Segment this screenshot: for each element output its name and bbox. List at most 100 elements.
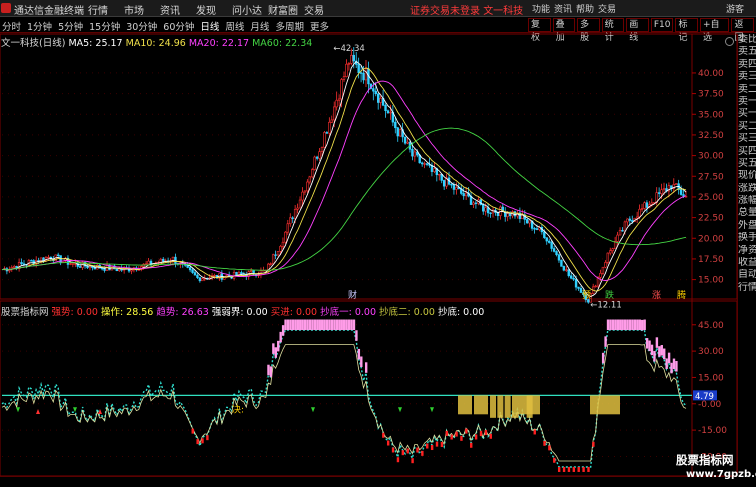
strong-bar: [286, 319, 290, 331]
buy-bar: [411, 458, 414, 464]
candle-body: [306, 181, 309, 192]
strong-bar: [338, 319, 341, 331]
price-tick-label: 22.50: [698, 214, 724, 224]
candle-body: [567, 269, 570, 277]
candle-body: [482, 204, 485, 212]
signal-arrow: [398, 407, 402, 413]
candle-body: [289, 217, 292, 225]
candle-body: [311, 169, 314, 178]
candle-body: [657, 192, 661, 194]
strong-bar: [611, 319, 615, 331]
strong-bar: [355, 330, 358, 341]
candle-body: [604, 262, 607, 268]
strong-bar: [360, 356, 363, 368]
candle-body: [364, 68, 368, 81]
candle-body: [438, 173, 441, 176]
side-label: 外盘: [738, 219, 756, 231]
side-label: 行情: [738, 281, 756, 293]
candle-body: [565, 269, 568, 271]
side-label: 净资: [738, 244, 756, 256]
price-tick-label: 40.00: [698, 69, 724, 79]
candle-body: [291, 217, 294, 219]
price-tick-label: 25.00: [698, 193, 724, 203]
buy-bar: [430, 445, 434, 451]
price-tick-label: 32.50: [698, 131, 724, 141]
candle-body: [569, 275, 573, 279]
event-marker: 跌: [605, 290, 614, 301]
candle-body: [359, 72, 363, 74]
buy-bar: [553, 457, 556, 463]
strong-bar: [628, 319, 632, 331]
candle-body: [193, 272, 197, 276]
side-label: 自动: [738, 269, 756, 281]
strong-bar: [272, 343, 275, 354]
price-tick-label: 17.50: [698, 255, 724, 265]
strong-bar: [655, 337, 659, 348]
buy-bar: [445, 430, 448, 436]
buy-bar: [391, 447, 395, 453]
candle-body: [545, 237, 548, 242]
signal-arrow: [430, 407, 434, 413]
buy-bar: [484, 430, 488, 436]
candle-body: [379, 97, 382, 103]
strong-bar: [658, 346, 661, 357]
candle-body: [271, 254, 275, 265]
strong-bar: [663, 348, 666, 360]
low-price-label: ←12.11: [590, 300, 621, 310]
strong-bar: [335, 319, 339, 331]
strong-bar: [301, 319, 304, 331]
buy-bar: [455, 431, 458, 437]
candle-body: [562, 266, 566, 271]
bottom-block: [512, 395, 518, 418]
candle-body: [533, 228, 536, 230]
candle-body: [650, 202, 654, 205]
candle-body: [618, 230, 622, 236]
strong-bar: [330, 319, 334, 331]
side-label: 卖一: [738, 95, 756, 107]
candle-body: [406, 141, 409, 144]
strong-bar: [279, 331, 282, 343]
candle-body: [347, 63, 351, 65]
candle-body: [56, 254, 60, 257]
candle-body: [484, 207, 487, 212]
strong-bar: [641, 319, 644, 331]
candle-body: [274, 254, 277, 256]
buy-bar: [543, 440, 546, 446]
candle-body: [609, 250, 612, 254]
operate-line: [1, 344, 687, 462]
strong-bar: [311, 319, 314, 331]
signal-arrow: [36, 409, 40, 415]
bottom-block: [518, 395, 540, 415]
candle-body: [162, 258, 165, 262]
strong-bar: [269, 366, 273, 377]
candle-body: [191, 269, 194, 273]
candle-body: [333, 106, 336, 121]
candle-body: [30, 260, 33, 262]
strong-bar: [357, 348, 361, 360]
strong-bar: [675, 361, 678, 372]
candle-body: [20, 262, 23, 265]
kline-chart[interactable]: 40.00 37.50 35.00 32.50 30.00 27.50 25.00 22.50…: [0, 0, 737, 476]
candle-body: [452, 184, 456, 190]
candle-body: [506, 213, 509, 217]
strong-bar: [606, 319, 610, 331]
candle-body: [240, 272, 243, 275]
candle-body: [328, 121, 331, 134]
buy-bar: [206, 435, 209, 441]
buy-bar: [401, 450, 405, 456]
candle-body: [594, 285, 597, 288]
price-tick-label: 30.00: [698, 152, 724, 162]
date-axis: [0, 476, 737, 487]
candle-body: [557, 254, 561, 261]
candle-body: [337, 98, 341, 101]
price-tick-label: 37.50: [698, 90, 724, 100]
candle-body: [115, 268, 119, 272]
candle-body: [376, 93, 380, 103]
candle-body: [413, 151, 417, 157]
candle-body: [508, 213, 512, 217]
candle-body: [616, 234, 619, 242]
buy-bar: [470, 442, 473, 448]
candle-body: [374, 90, 377, 95]
strong-bar: [604, 336, 607, 347]
candle-body: [679, 189, 683, 195]
